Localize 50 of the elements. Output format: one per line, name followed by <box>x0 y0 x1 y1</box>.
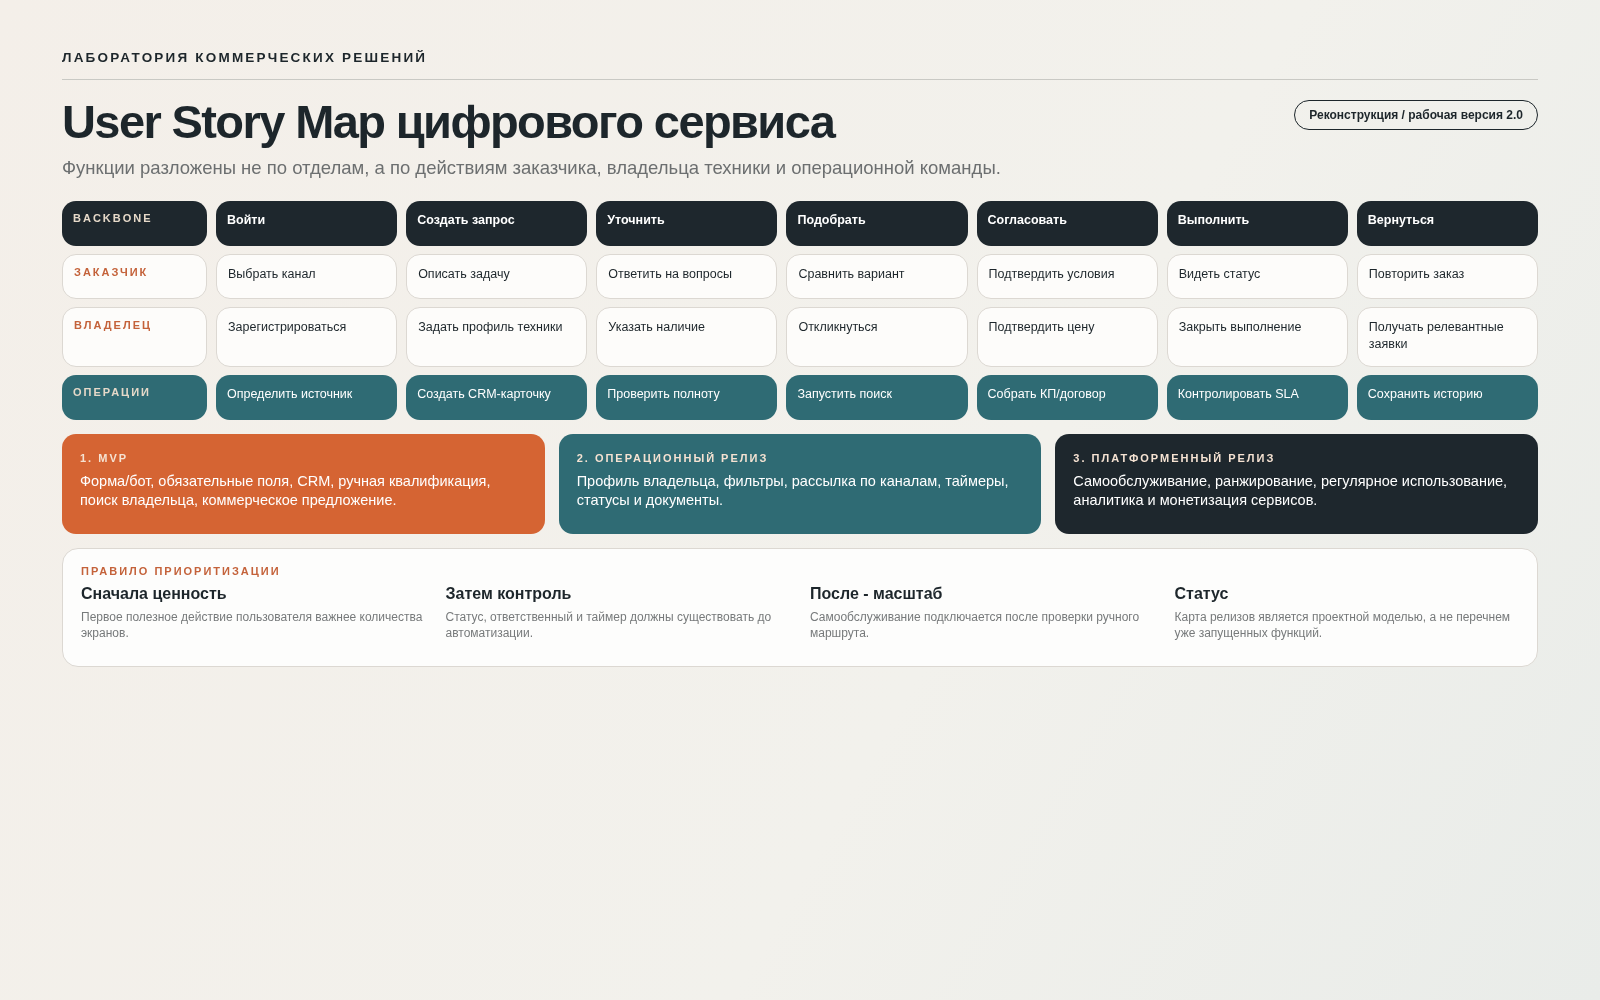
story-card: Запустить поиск <box>786 374 968 420</box>
lane-label: BACKBONE <box>62 200 207 246</box>
story-card: Создать CRM-карточку <box>406 374 588 420</box>
story-card: Согласовать <box>976 200 1158 246</box>
story-card: Закрыть выполнение <box>1166 306 1348 367</box>
eyebrow-title: ЛАБОРАТОРИЯ КОММЕРЧЕСКИХ РЕШЕНИЙ <box>62 50 428 65</box>
story-card: Войти <box>216 200 398 246</box>
story-card: Выполнить <box>1166 200 1348 246</box>
story-card: Получать релевантные заявки <box>1356 306 1538 367</box>
story-card: Задать профиль техники <box>406 306 588 367</box>
story-card: Собрать КП/договор <box>976 374 1158 420</box>
lane-label: ОПЕРАЦИИ <box>62 374 207 420</box>
story-card: Сравнить вариант <box>786 253 968 299</box>
story-card: Сохранить историю <box>1356 374 1538 420</box>
lane-label: ВЛАДЕЛЕЦ <box>62 306 207 367</box>
rules-title: ПРАВИЛО ПРИОРИТИЗАЦИИ <box>81 564 282 577</box>
page-title: User Story Map цифрового сервиса <box>62 96 835 148</box>
story-card: Проверить полноту <box>596 374 778 420</box>
story-card: Создать запрос <box>406 200 588 246</box>
rule-heading: Сначала ценность <box>81 584 228 603</box>
story-card: Указать наличие <box>596 306 778 367</box>
story-card: Контролировать SLA <box>1166 374 1348 420</box>
lane-label: ЗАКАЗЧИК <box>62 253 207 299</box>
story-card: Вернуться <box>1356 200 1538 246</box>
story-card: Повторить заказ <box>1356 253 1538 299</box>
story-card: Подтвердить цену <box>976 306 1158 367</box>
story-card: Зарегистрироваться <box>216 306 398 367</box>
rule-text: Первое полезное действие пользователя важнее количества экранов. <box>81 608 424 643</box>
story-card: Выбрать канал <box>216 253 398 299</box>
story-card: Подобрать <box>786 200 968 246</box>
story-card: Ответить на вопросы <box>596 253 778 299</box>
rule-heading: Затем контроль <box>445 584 573 603</box>
story-card: Уточнить <box>596 200 778 246</box>
rule-text: Карта релизов является проектной моделью, а не перечнем уже запущенных функций. <box>1174 608 1512 643</box>
rule-text: Статус, ответственный и таймер должны существовать до автоматизации. <box>445 608 773 643</box>
story-card: Описать задачу <box>406 253 588 299</box>
story-card: Откликнуться <box>786 306 968 367</box>
release-text: Форма/бот, обязательные поля, CRM, ручная квалификация, поиск владельца, коммерческое предложение. <box>80 471 492 511</box>
release-text: Профиль владельца, фильтры, рассылка по каналам, таймеры, статусы и документы. <box>576 471 1010 511</box>
story-card: Определить источник <box>216 374 398 420</box>
release-title: 1. MVP <box>80 451 130 464</box>
release-text: Самообслуживание, ранжирование, регулярное использование, аналитика и монетизация сервисов. <box>1073 471 1509 511</box>
page-subtitle: Функции разложены не по отделам, а по действиям заказчика, владельца техники и операционной команды. <box>62 156 1002 179</box>
release-title: 3. ПЛАТФОРМЕННЫЙ РЕЛИЗ <box>1073 451 1277 464</box>
rule-heading: После - масштаб <box>810 584 944 603</box>
rule-text: Самообслуживание подключается после проверки ручного маршрута. <box>810 608 1141 643</box>
story-card: Подтвердить условия <box>976 253 1158 299</box>
rule-heading: Статус <box>1174 584 1230 603</box>
story-card: Видеть статус <box>1166 253 1348 299</box>
release-title: 2. ОПЕРАЦИОННЫЙ РЕЛИЗ <box>576 451 770 464</box>
